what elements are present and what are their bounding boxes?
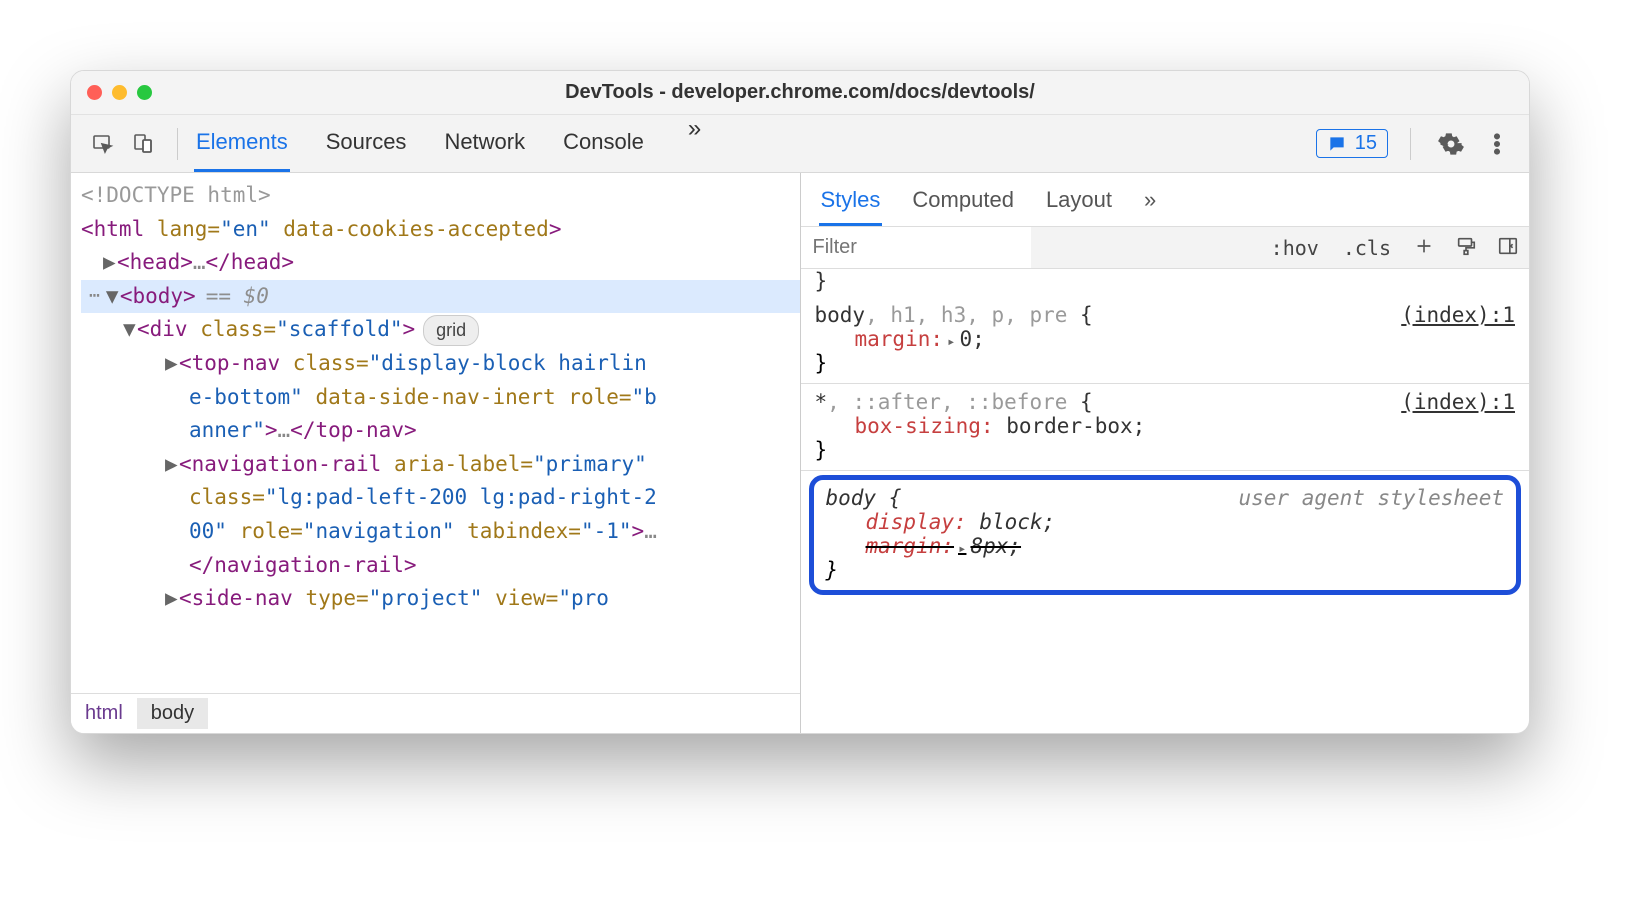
computed-toggle-icon[interactable] — [1487, 235, 1529, 261]
main-tabs: Elements Sources Network Console » — [194, 115, 709, 172]
dom-doctype[interactable]: <!DOCTYPE html> — [81, 179, 800, 213]
style-rule[interactable]: *, ::after, ::before { (index):1 box-siz… — [801, 384, 1530, 471]
maximize-window-icon[interactable] — [137, 85, 152, 100]
tab-sources[interactable]: Sources — [324, 115, 409, 172]
minimize-window-icon[interactable] — [112, 85, 127, 100]
elements-pane: <!DOCTYPE html> <html lang="en" data-coo… — [71, 173, 800, 733]
tab-elements[interactable]: Elements — [194, 115, 290, 172]
tab-layout[interactable]: Layout — [1044, 181, 1114, 226]
user-agent-rule-highlighted[interactable]: body { user agent stylesheet display: bl… — [809, 475, 1522, 595]
dom-topnav[interactable]: ▶<top-nav class="display-block hairlin — [81, 347, 800, 381]
panes: <!DOCTYPE html> <html lang="en" data-coo… — [71, 173, 1529, 733]
styles-toolbar: :hov .cls — [801, 227, 1530, 269]
styles-pane: Styles Computed Layout » :hov .cls } bod… — [800, 173, 1530, 733]
style-rule[interactable]: body, h1, h3, p, pre { (index):1 margin:… — [801, 297, 1530, 384]
window-title: DevTools - developer.chrome.com/docs/dev… — [71, 81, 1529, 104]
rule-source-link[interactable]: (index):1 — [1401, 390, 1515, 414]
layout-pill[interactable]: grid — [423, 315, 479, 346]
kebab-menu-icon[interactable] — [1479, 126, 1515, 162]
dom-body-selected[interactable]: ⋯▼<body>== $0 — [81, 280, 800, 314]
dom-tree[interactable]: <!DOCTYPE html> <html lang="en" data-coo… — [71, 173, 800, 693]
styles-tabs: Styles Computed Layout » — [801, 173, 1530, 227]
issues-count: 15 — [1355, 132, 1377, 155]
style-rules: } body, h1, h3, p, pre { (index):1 margi… — [801, 269, 1530, 733]
inspect-element-icon[interactable] — [85, 126, 121, 162]
tab-console[interactable]: Console — [561, 115, 646, 172]
new-rule-icon[interactable] — [1403, 235, 1445, 261]
devtools-window: DevTools - developer.chrome.com/docs/dev… — [70, 70, 1530, 734]
more-subtabs-icon[interactable]: » — [1142, 181, 1158, 226]
paint-icon[interactable] — [1445, 235, 1487, 261]
rule-source-link[interactable]: (index):1 — [1401, 303, 1515, 327]
settings-icon[interactable] — [1433, 126, 1469, 162]
breadcrumb: html body — [71, 693, 800, 733]
styles-filter-input[interactable] — [801, 227, 1031, 268]
breadcrumb-html[interactable]: html — [71, 698, 137, 729]
hov-toggle[interactable]: :hov — [1259, 236, 1331, 260]
device-toggle-icon[interactable] — [125, 126, 161, 162]
dom-scaffold[interactable]: ▼<div class="scaffold">grid — [81, 313, 800, 347]
tab-styles[interactable]: Styles — [819, 181, 883, 226]
cls-toggle[interactable]: .cls — [1331, 236, 1403, 260]
dom-head[interactable]: ▶<head>…</head> — [81, 246, 800, 280]
main-toolbar: Elements Sources Network Console » 15 — [71, 115, 1529, 173]
dom-navrail[interactable]: ▶<navigation-rail aria-label="primary" — [81, 448, 800, 482]
window-titlebar: DevTools - developer.chrome.com/docs/dev… — [71, 71, 1529, 115]
tab-computed[interactable]: Computed — [910, 181, 1016, 226]
more-tabs-icon[interactable]: » — [680, 115, 709, 172]
dom-html-open[interactable]: <html lang="en" data-cookies-accepted> — [81, 213, 800, 247]
divider — [177, 128, 178, 160]
tab-network[interactable]: Network — [442, 115, 527, 172]
ua-source-label: user agent stylesheet — [1238, 486, 1504, 510]
breadcrumb-body[interactable]: body — [137, 698, 208, 729]
dom-sidenav[interactable]: ▶<side-nav type="project" view="pro — [81, 582, 800, 616]
divider — [1410, 128, 1411, 160]
issues-badge[interactable]: 15 — [1316, 129, 1388, 158]
traffic-lights — [87, 85, 152, 100]
close-window-icon[interactable] — [87, 85, 102, 100]
